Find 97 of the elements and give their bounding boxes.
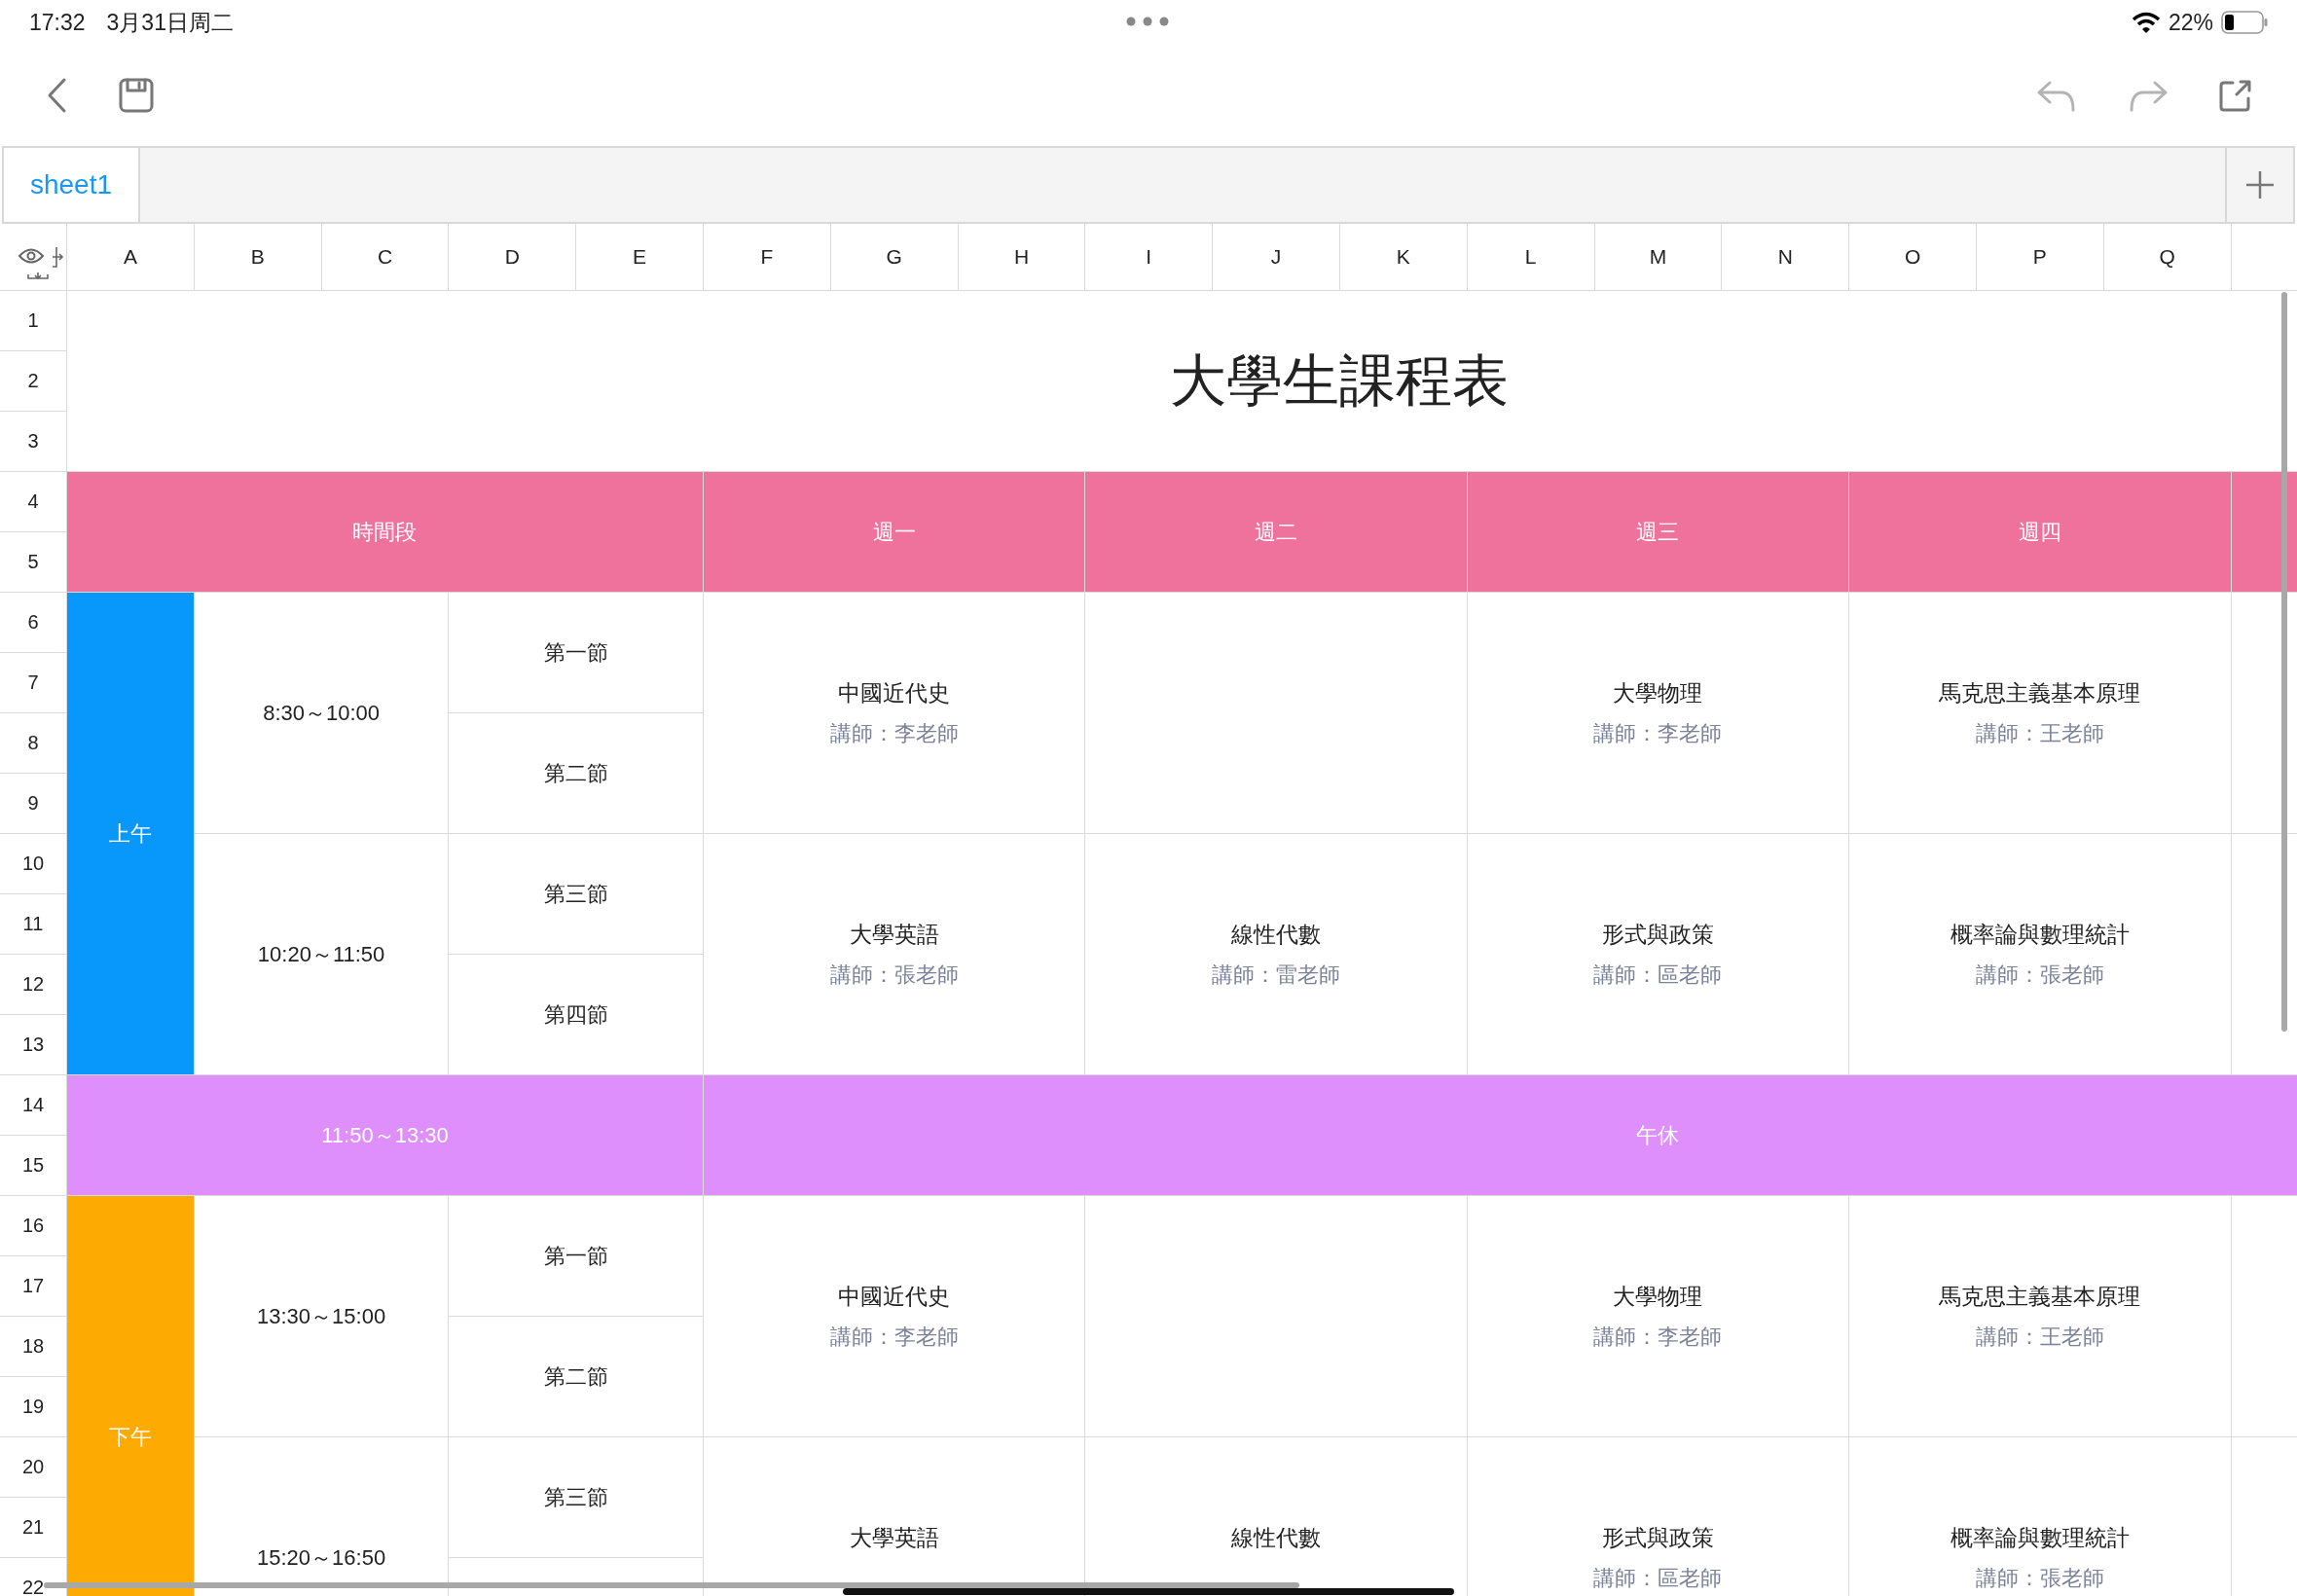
- column-header[interactable]: K: [1396, 245, 1410, 269]
- column-header[interactable]: L: [1524, 245, 1537, 269]
- teacher-name: 講師：李老師: [1593, 1323, 1723, 1351]
- time-range: 13:30～15:00: [257, 1302, 386, 1330]
- battery-percent: 22%: [2168, 9, 2213, 36]
- column-header[interactable]: M: [1649, 245, 1667, 269]
- column-header[interactable]: P: [2032, 245, 2047, 269]
- course-name: 概率論與數理統計: [1950, 1523, 2130, 1552]
- course-name: 中國近代史: [838, 678, 951, 707]
- course-name: 中國近代史: [838, 1282, 951, 1311]
- time-range: 15:20～16:50: [257, 1543, 386, 1572]
- column-header[interactable]: C: [377, 245, 393, 269]
- teacher-name: 講師：李老師: [1593, 719, 1723, 747]
- course-name: 線性代數: [1231, 1523, 1322, 1552]
- teacher-name: 講師：李老師: [829, 719, 959, 747]
- time-range: 8:30～10:00: [263, 699, 381, 727]
- status-time: 17:32: [29, 9, 86, 36]
- period-label: 第二節: [543, 759, 608, 787]
- row-number[interactable]: 4: [27, 490, 39, 513]
- header-cell: 時間段: [67, 472, 704, 593]
- row-number[interactable]: 13: [21, 1034, 45, 1056]
- teacher-name: 講師：區老師: [1593, 1564, 1723, 1592]
- row-number[interactable]: 10: [21, 852, 45, 875]
- session-cell: 上午: [67, 593, 195, 1075]
- horizontal-scrollbar[interactable]: [44, 1582, 1299, 1588]
- teacher-name: 講師：雷老師: [1212, 961, 1341, 989]
- row-number[interactable]: 1: [27, 309, 39, 332]
- header-cell: 週一: [704, 472, 1086, 593]
- plus-icon[interactable]: [2244, 169, 2276, 200]
- column-header[interactable]: F: [760, 245, 774, 269]
- row-number[interactable]: 22: [21, 1577, 45, 1596]
- teacher-name: 講師：王老師: [1975, 719, 2104, 747]
- break-time-cell: 11:50～13:30: [67, 1075, 704, 1196]
- header-cell: 週三: [1467, 472, 1850, 593]
- teacher-name: 講師：王老師: [1975, 1323, 2104, 1351]
- row-number[interactable]: 20: [21, 1456, 45, 1478]
- column-header[interactable]: A: [123, 245, 137, 269]
- column-header[interactable]: E: [633, 245, 647, 269]
- course-name: 大學物理: [1613, 678, 1703, 707]
- wifi-icon: [2131, 12, 2161, 33]
- row-number[interactable]: 8: [27, 732, 39, 754]
- column-header[interactable]: J: [1270, 245, 1282, 269]
- status-date: 3月31日周二: [106, 8, 234, 37]
- column-header[interactable]: D: [504, 245, 520, 269]
- row-number[interactable]: 11: [22, 913, 44, 935]
- column-header[interactable]: G: [886, 245, 902, 269]
- row-number[interactable]: 15: [21, 1154, 45, 1177]
- course-name: 大學英語: [849, 1523, 939, 1552]
- period-label: 第一節: [543, 1242, 608, 1270]
- column-header[interactable]: Q: [2159, 245, 2175, 269]
- row-number[interactable]: 18: [21, 1335, 45, 1358]
- break-cell: 午休: [704, 1075, 2297, 1196]
- course-name: 線性代數: [1231, 920, 1322, 949]
- row-number[interactable]: 6: [27, 611, 39, 634]
- column-header[interactable]: I: [1146, 245, 1152, 269]
- course-name: 形式與政策: [1601, 920, 1714, 949]
- row-number[interactable]: 5: [27, 551, 39, 573]
- period-label: 第四節: [543, 1000, 608, 1029]
- course-name: 馬克思主義基本原理: [1939, 1282, 2141, 1311]
- course-name: 大學英語: [849, 920, 939, 949]
- eye-icon[interactable]: [18, 247, 45, 265]
- period-label: 第三節: [543, 880, 608, 908]
- period-label: 第三節: [543, 1483, 608, 1511]
- column-header[interactable]: N: [1777, 245, 1793, 269]
- header-cell: 週二: [1085, 472, 1468, 593]
- teacher-name: 講師：張老師: [1975, 961, 2104, 989]
- time-range: 10:20～11:50: [257, 940, 385, 968]
- row-number[interactable]: 16: [21, 1215, 45, 1237]
- vertical-scrollbar[interactable]: [2281, 292, 2287, 1032]
- row-number[interactable]: 19: [21, 1396, 45, 1418]
- share-icon[interactable]: [2219, 79, 2252, 112]
- column-header[interactable]: B: [250, 245, 265, 269]
- period-label: 第一節: [543, 638, 608, 667]
- row-number[interactable]: 2: [27, 370, 39, 392]
- teacher-name: 講師：區老師: [1593, 961, 1723, 989]
- period-label: 第二節: [543, 1362, 608, 1391]
- column-header[interactable]: H: [1013, 245, 1030, 269]
- header-cell: 週四: [1849, 472, 2232, 593]
- column-header[interactable]: O: [1904, 245, 1921, 269]
- course-name: 馬克思主義基本原理: [1939, 678, 2141, 707]
- row-number[interactable]: 14: [21, 1094, 45, 1116]
- row-number[interactable]: 9: [27, 792, 39, 815]
- course-name: 形式與政策: [1601, 1523, 1714, 1552]
- teacher-name: 講師：李老師: [829, 1323, 959, 1351]
- row-number[interactable]: 12: [21, 973, 45, 996]
- session-cell: 下午: [67, 1196, 195, 1596]
- course-name: 概率論與數理統計: [1950, 920, 2130, 949]
- row-number[interactable]: 17: [21, 1275, 45, 1297]
- course-name: 大學物理: [1613, 1282, 1703, 1311]
- sheet-title: 大學生課程表: [1170, 346, 1510, 414]
- row-number[interactable]: 3: [27, 430, 39, 453]
- more-icon[interactable]: [1126, 17, 1169, 26]
- battery-icon: [2221, 11, 2268, 34]
- teacher-name: 講師：張老師: [829, 961, 959, 989]
- teacher-name: 講師：張老師: [1975, 1564, 2104, 1592]
- row-number[interactable]: 21: [21, 1516, 45, 1539]
- row-number[interactable]: 7: [27, 671, 39, 694]
